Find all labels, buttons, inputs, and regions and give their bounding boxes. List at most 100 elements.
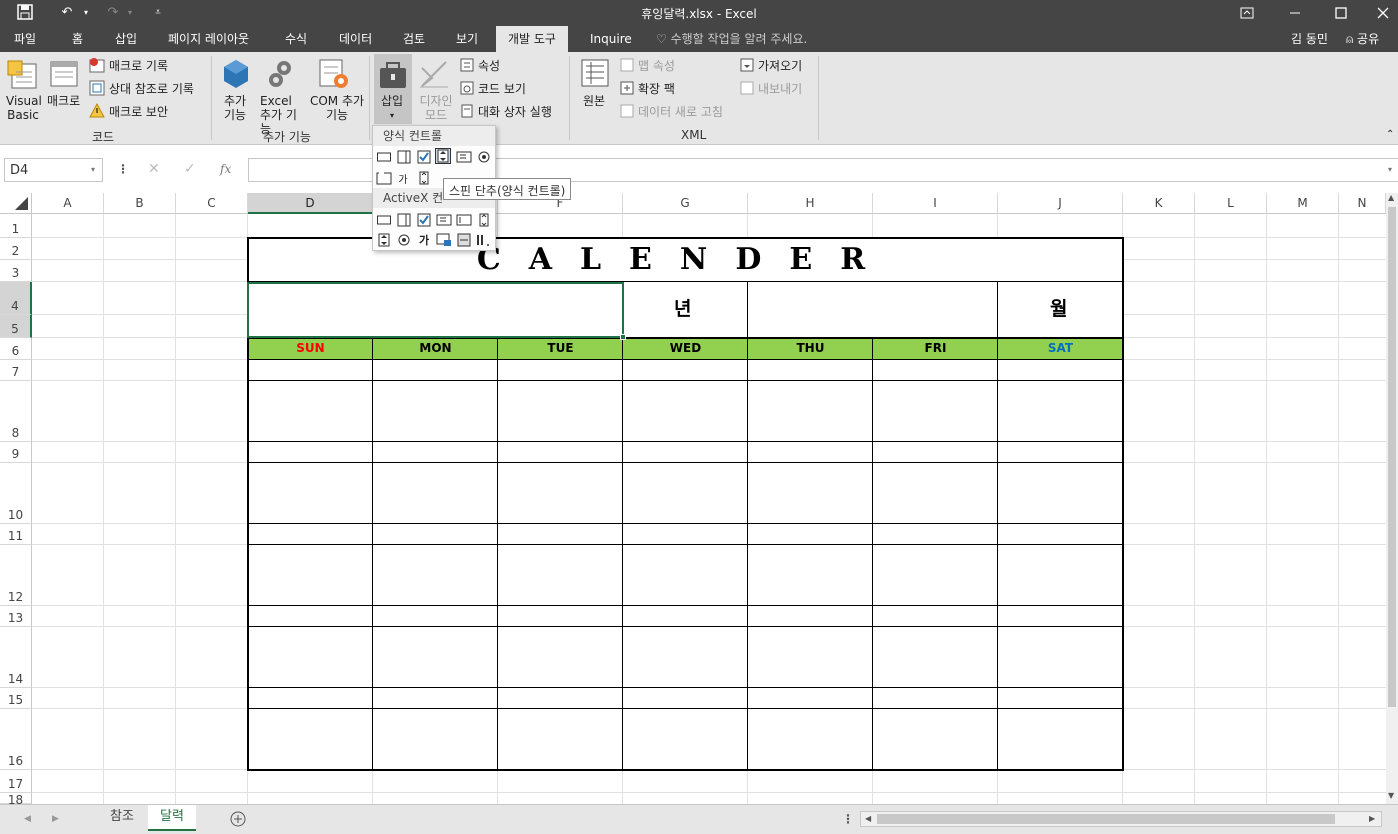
checkbox-control-icon[interactable] <box>416 149 432 165</box>
design-mode-icon[interactable] <box>418 58 450 93</box>
activex-image-icon[interactable] <box>436 232 452 248</box>
activex-combo-box-icon[interactable] <box>396 212 412 228</box>
com-addins-button[interactable]: COM 추가 기능 <box>309 94 365 122</box>
vertical-scrollbar[interactable]: ▲ ▼ <box>1386 193 1398 804</box>
tell-me-box[interactable]: ♡ 수행할 작업을 알려 주세요. <box>656 26 807 52</box>
activex-toggle-button-icon[interactable] <box>456 232 472 248</box>
relative-reference-button[interactable]: 상대 참조로 기록 <box>109 82 194 96</box>
row-header[interactable]: 12 <box>0 545 32 606</box>
scroll-left-icon[interactable]: ◀ <box>865 814 871 823</box>
xml-source-button[interactable]: 원본 <box>583 94 605 108</box>
scroll-up-icon[interactable]: ▲ <box>1388 193 1394 202</box>
column-header[interactable]: I <box>873 193 998 214</box>
combo-box-icon[interactable] <box>396 149 412 165</box>
row-header[interactable]: 5 <box>0 315 32 338</box>
more-controls-icon[interactable] <box>475 232 491 248</box>
minimize-icon[interactable] <box>1272 0 1318 26</box>
name-box[interactable]: D4 ▾ <box>4 158 103 182</box>
horizontal-scroll-thumb[interactable] <box>877 814 1335 824</box>
ribbon-display-icon[interactable] <box>1224 0 1270 26</box>
cancel-icon[interactable]: ✕ <box>148 162 160 176</box>
properties-button[interactable]: 속성 <box>478 59 500 73</box>
option-button-icon[interactable] <box>476 149 492 165</box>
activex-spin-button-icon[interactable] <box>376 232 392 248</box>
row-header[interactable]: 18 <box>0 793 32 807</box>
tab-file[interactable]: 파일 <box>14 26 36 52</box>
sheet-tab-calendar[interactable]: 달력 <box>148 805 196 831</box>
vertical-scroll-thumb[interactable] <box>1388 207 1396 707</box>
tab-data[interactable]: 데이터 <box>339 26 372 52</box>
column-header[interactable]: B <box>104 193 176 214</box>
user-name[interactable]: 김 동민 <box>1291 26 1328 52</box>
scroll-bar-control-icon[interactable] <box>416 170 432 186</box>
row-header[interactable]: 11 <box>0 524 32 545</box>
column-header[interactable]: G <box>623 193 748 214</box>
column-header[interactable]: A <box>32 193 104 214</box>
row-header[interactable]: 10 <box>0 463 32 524</box>
com-addins-icon[interactable] <box>318 58 350 93</box>
column-header[interactable]: H <box>748 193 873 214</box>
activex-checkbox-icon[interactable] <box>416 212 432 228</box>
activex-button-icon[interactable] <box>376 212 392 228</box>
collapse-ribbon-icon[interactable]: ⌃ <box>1386 128 1394 142</box>
addins-icon[interactable] <box>222 58 250 93</box>
row-header[interactable]: 2 <box>0 238 32 260</box>
fill-handle[interactable] <box>620 334 626 340</box>
tab-view[interactable]: 보기 <box>456 26 478 52</box>
view-code-button[interactable]: 코드 보기 <box>478 82 526 96</box>
expansion-pack-button[interactable]: 확장 팩 <box>638 82 675 96</box>
tab-insert[interactable]: 삽입 <box>115 26 137 52</box>
insert-control-button[interactable]: 삽입 ▾ <box>374 54 412 124</box>
column-header[interactable]: K <box>1123 193 1195 214</box>
expand-formula-icon[interactable]: ▾ <box>1388 163 1392 177</box>
row-header[interactable]: 7 <box>0 360 32 381</box>
column-header[interactable]: M <box>1267 193 1339 214</box>
run-dialog-button[interactable]: 대화 상자 실행 <box>478 105 552 119</box>
next-sheet-icon[interactable]: ▶ <box>52 812 59 826</box>
scroll-down-icon[interactable]: ▼ <box>1388 791 1394 800</box>
import-button[interactable]: 가져오기 <box>758 59 802 73</box>
tab-developer[interactable]: 개발 도구 <box>496 26 568 52</box>
insert-function-icon[interactable]: fx <box>220 162 231 176</box>
column-header[interactable]: L <box>1195 193 1267 214</box>
macro-button[interactable]: 매크로 <box>47 94 80 108</box>
macro-security-button[interactable]: 매크로 보안 <box>109 105 168 119</box>
maximize-icon[interactable] <box>1318 0 1364 26</box>
tab-home[interactable]: 홈 <box>72 26 83 52</box>
activex-scroll-bar-icon[interactable] <box>476 212 492 228</box>
activex-list-box-icon[interactable] <box>436 212 452 228</box>
tab-page-layout[interactable]: 페이지 레이아웃 <box>168 26 249 52</box>
row-header[interactable]: 15 <box>0 688 32 709</box>
macro-icon[interactable] <box>48 58 80 93</box>
design-mode-button[interactable]: 디자인 모드 <box>417 94 455 122</box>
addins-button[interactable]: 추가 기능 <box>224 94 250 122</box>
row-header[interactable]: 6 <box>0 338 32 360</box>
map-properties-button[interactable]: 맵 속성 <box>638 59 675 73</box>
column-header[interactable]: C <box>176 193 248 214</box>
sheet-tab-reference[interactable]: 참조 <box>98 805 146 831</box>
activex-label-icon[interactable]: 가 <box>416 232 432 248</box>
activex-textbox-icon[interactable] <box>456 212 472 228</box>
row-header[interactable]: 16 <box>0 709 32 770</box>
row-header[interactable]: 14 <box>0 627 32 688</box>
row-header[interactable]: 13 <box>0 606 32 627</box>
excel-addins-gear-icon[interactable] <box>266 58 296 93</box>
share-button[interactable]: ⍝ 공유 <box>1346 26 1379 52</box>
formula-bar-dots-icon[interactable]: ⋮ <box>117 162 129 176</box>
tab-review[interactable]: 검토 <box>403 26 425 52</box>
column-header[interactable]: N <box>1339 193 1386 214</box>
record-macro-button[interactable]: 매크로 기록 <box>109 59 168 73</box>
prev-sheet-icon[interactable]: ◀ <box>24 812 31 826</box>
column-header[interactable]: D <box>248 193 373 214</box>
column-header[interactable]: J <box>998 193 1123 214</box>
activex-option-button-icon[interactable] <box>396 232 412 248</box>
refresh-data-button[interactable]: 데이터 새로 고침 <box>638 105 723 119</box>
visual-basic-button[interactable]: Visual Basic <box>6 94 42 122</box>
row-header[interactable]: 9 <box>0 442 32 463</box>
row-header[interactable]: 1 <box>0 214 32 238</box>
row-header[interactable]: 8 <box>0 381 32 442</box>
visual-basic-icon[interactable] <box>6 58 38 93</box>
enter-check-icon[interactable]: ✓ <box>184 162 196 176</box>
close-icon[interactable] <box>1360 0 1398 26</box>
horizontal-scrollbar[interactable]: ◀ ▶ <box>860 811 1382 827</box>
